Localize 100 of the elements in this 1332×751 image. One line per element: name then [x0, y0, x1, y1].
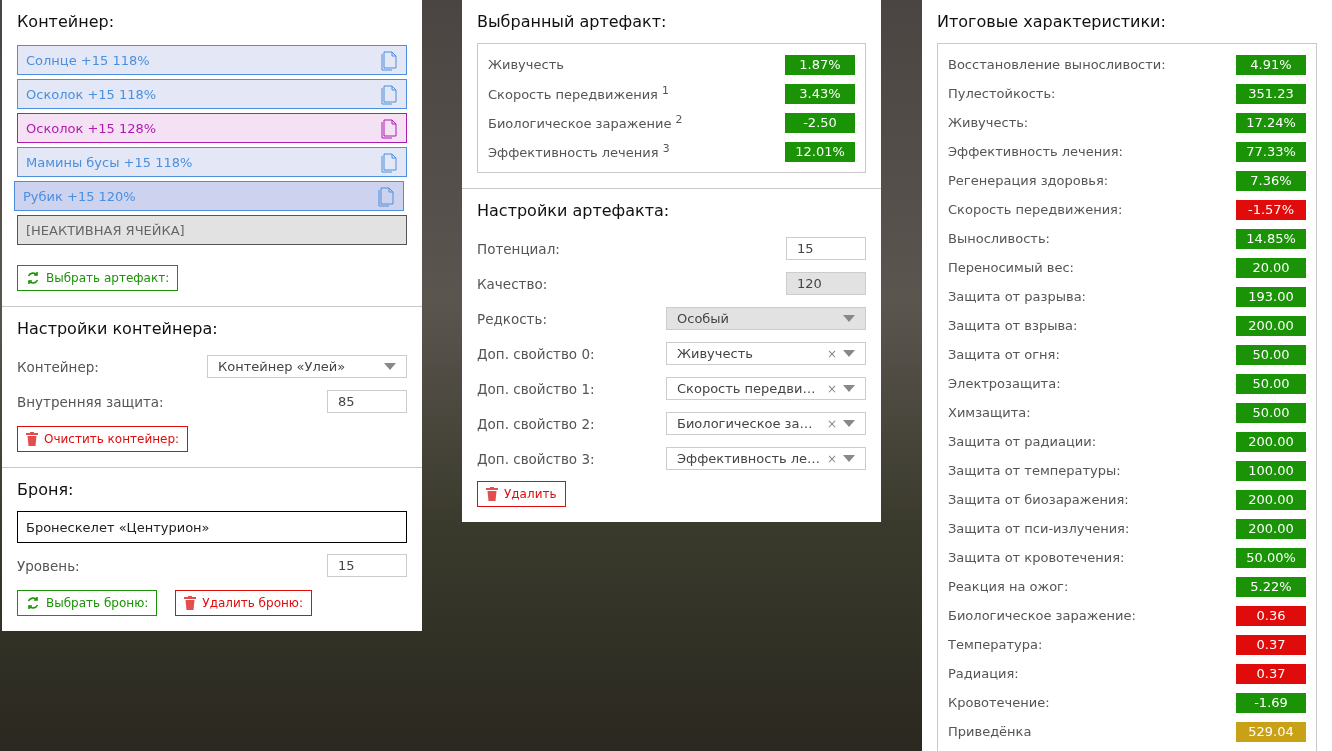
stat-value: 0.37	[1236, 663, 1306, 684]
caret-icon	[843, 420, 855, 427]
stat-value: 50.00	[1236, 373, 1306, 394]
stat-label: Защита от разрыва:	[948, 289, 1086, 304]
stat-value: -1.57%	[1236, 199, 1306, 220]
pick-armor-button[interactable]: Выбрать броню:	[17, 590, 158, 616]
stat-label: Защита от взрыва:	[948, 318, 1078, 333]
pick-artifact-button[interactable]: Выбрать артефакт:	[17, 265, 179, 291]
number-field[interactable]: 15	[327, 554, 407, 577]
stat-label: Электрозащита:	[948, 376, 1061, 391]
section-title: Выбранный артефакт:	[477, 12, 668, 31]
number-field[interactable]: 85	[327, 390, 407, 413]
field-label: Доп. свойство 2:	[477, 415, 595, 432]
stat-label: Реакция на ожог:	[948, 579, 1069, 594]
stat-label: Пулестойкость:	[948, 86, 1056, 101]
clear-icon[interactable]: ×	[826, 451, 837, 466]
copy-icon[interactable]	[380, 117, 398, 139]
clear-icon[interactable]: ×	[826, 416, 837, 431]
number-field[interactable]: 15	[786, 237, 866, 260]
stat-label: Защита от кровотечения:	[948, 550, 1125, 565]
stat-value: -2.50	[785, 112, 855, 133]
stat-value: 200.00	[1236, 518, 1306, 539]
field-label: Внутренняя защита:	[17, 393, 164, 410]
artifact-slot[interactable]: Осколок +15 128%	[17, 113, 407, 143]
artifact-slot[interactable]: Солнце +15 118%	[17, 45, 407, 75]
clear-container-button[interactable]: Очистить контейнер:	[17, 426, 189, 452]
stat-label: Выносливость:	[948, 231, 1050, 246]
stat-label: Биологическое заражение $^{2}$	[488, 113, 683, 132]
delete-armor-button[interactable]: Удалить броню:	[175, 590, 312, 616]
refresh-icon	[26, 596, 40, 610]
stat-value: 14.85%	[1236, 228, 1306, 249]
stat-label: Химзащита:	[948, 405, 1031, 420]
stat-value: 0.37	[1236, 634, 1306, 655]
stat-value: 50.00	[1236, 402, 1306, 423]
stat-label: Защита от пси-излучения:	[948, 521, 1130, 536]
clear-icon[interactable]: ×	[826, 381, 837, 396]
refresh-icon	[26, 271, 40, 285]
artifact-slot[interactable]: Осколок +15 118%	[17, 79, 407, 109]
caret-icon	[843, 385, 855, 392]
stat-label: Живучесть	[488, 57, 564, 72]
section-title: Контейнер:	[17, 12, 116, 31]
caret-icon	[843, 350, 855, 357]
field-label: Доп. свойство 0:	[477, 345, 595, 362]
stat-value: 351.23	[1236, 83, 1306, 104]
stat-value: 0.36	[1236, 605, 1306, 626]
stat-value: 3.43%	[785, 83, 855, 104]
field-label: Уровень:	[17, 557, 80, 574]
stat-label: Температура:	[948, 637, 1043, 652]
stat-label: Скорость передвижения:	[948, 202, 1123, 217]
section-title: Итоговые характеристики:	[937, 12, 1167, 31]
stat-label: Радиация:	[948, 666, 1019, 681]
select-dropdown[interactable]: Эффективность ле… ×	[666, 447, 866, 470]
copy-icon[interactable]	[380, 49, 398, 71]
copy-icon[interactable]	[380, 151, 398, 173]
stat-value: 200.00	[1236, 315, 1306, 336]
copy-icon[interactable]	[380, 83, 398, 105]
section-title: Броня:	[17, 480, 75, 499]
field-label: Контейнер:	[17, 358, 99, 375]
section-title: Настройки артефакта:	[477, 201, 671, 220]
field-label: Редкость:	[477, 310, 547, 327]
stat-label: Защита от биозаражения:	[948, 492, 1129, 507]
armor-name-field[interactable]: Бронескелет «Центурион»	[17, 511, 407, 543]
select-dropdown[interactable]: Контейнер «Улей»	[207, 355, 407, 378]
caret-icon	[843, 315, 855, 322]
delete-button[interactable]: Удалить	[477, 481, 566, 507]
stat-label: Защита от огня:	[948, 347, 1060, 362]
stat-value: 77.33%	[1236, 141, 1306, 162]
stat-value: -1.69	[1236, 692, 1306, 713]
stat-label: Живучесть:	[948, 115, 1029, 130]
section-title: Настройки контейнера:	[17, 319, 219, 338]
stat-label: Кровотечение:	[948, 695, 1050, 710]
stat-label: Переносимый вес:	[948, 260, 1074, 275]
stat-value: 1.87%	[785, 54, 855, 75]
caret-icon	[843, 455, 855, 462]
stat-label: Приведёнка	[948, 724, 1032, 739]
copy-icon[interactable]	[377, 185, 395, 207]
stat-label: Скорость передвижения $^{1}$	[488, 84, 669, 103]
caret-icon	[384, 363, 396, 370]
stat-value: 50.00%	[1236, 547, 1306, 568]
stat-value: 4.91%	[1236, 54, 1306, 75]
stat-value: 12.01%	[785, 141, 855, 162]
artifact-slot[interactable]: Мамины бусы +15 118%	[17, 147, 407, 177]
field-label: Доп. свойство 1:	[477, 380, 595, 397]
clear-icon[interactable]: ×	[826, 346, 837, 361]
field-label: Потенциал:	[477, 240, 560, 257]
select-dropdown[interactable]: Живучесть ×	[666, 342, 866, 365]
stat-label: Эффективность лечения:	[948, 144, 1123, 159]
field-label: Доп. свойство 3:	[477, 450, 595, 467]
inactive-slot: [НЕАКТИВНАЯ ЯЧЕЙКА]	[17, 215, 407, 245]
select-dropdown[interactable]: Биологическое за… ×	[666, 412, 866, 435]
stat-value: 5.22%	[1236, 576, 1306, 597]
stat-value: 20.00	[1236, 257, 1306, 278]
stat-value: 200.00	[1236, 431, 1306, 452]
stat-value: 50.00	[1236, 344, 1306, 365]
stat-value: 200.00	[1236, 489, 1306, 510]
stat-value: 529.04	[1236, 721, 1306, 742]
field-label: Качество:	[477, 275, 548, 292]
stat-value: 7.36%	[1236, 170, 1306, 191]
stat-label: Защита от температуры:	[948, 463, 1121, 478]
select-dropdown[interactable]: Скорость передви… ×	[666, 377, 866, 400]
